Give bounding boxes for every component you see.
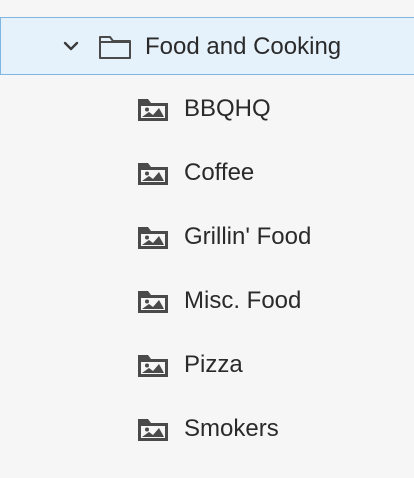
folder-icon [98, 34, 132, 60]
image-folder-icon [136, 287, 170, 315]
image-folder-icon [136, 415, 170, 443]
tree-item-label: Grillin' Food [184, 223, 312, 250]
image-folder-icon [136, 223, 170, 251]
tree-item-label: BBQHQ [184, 95, 271, 122]
tree-item-coffee[interactable]: Coffee [0, 141, 414, 205]
tree-item-smokers[interactable]: Smokers [0, 397, 414, 461]
chevron-down-icon[interactable] [62, 37, 80, 55]
tree-item-label: Coffee [184, 159, 255, 186]
image-folder-icon [136, 95, 170, 123]
album-tree: Food and Cooking BBQHQ Coffee Grillin' F… [0, 0, 414, 478]
tree-item-label: Smokers [184, 415, 279, 442]
image-folder-icon [136, 351, 170, 379]
image-folder-icon [136, 159, 170, 187]
tree-item-food-and-cooking[interactable]: Food and Cooking [0, 17, 414, 75]
tree-item-grillin-food[interactable]: Grillin' Food [0, 205, 414, 269]
tree-item-pizza[interactable]: Pizza [0, 333, 414, 397]
tree-item-label: Pizza [184, 351, 243, 378]
tree-item-label: Food and Cooking [145, 33, 342, 60]
tree-item-label: Misc. Food [184, 287, 302, 314]
tree-item-bbqhq[interactable]: BBQHQ [0, 77, 414, 141]
tree-item-misc-food[interactable]: Misc. Food [0, 269, 414, 333]
